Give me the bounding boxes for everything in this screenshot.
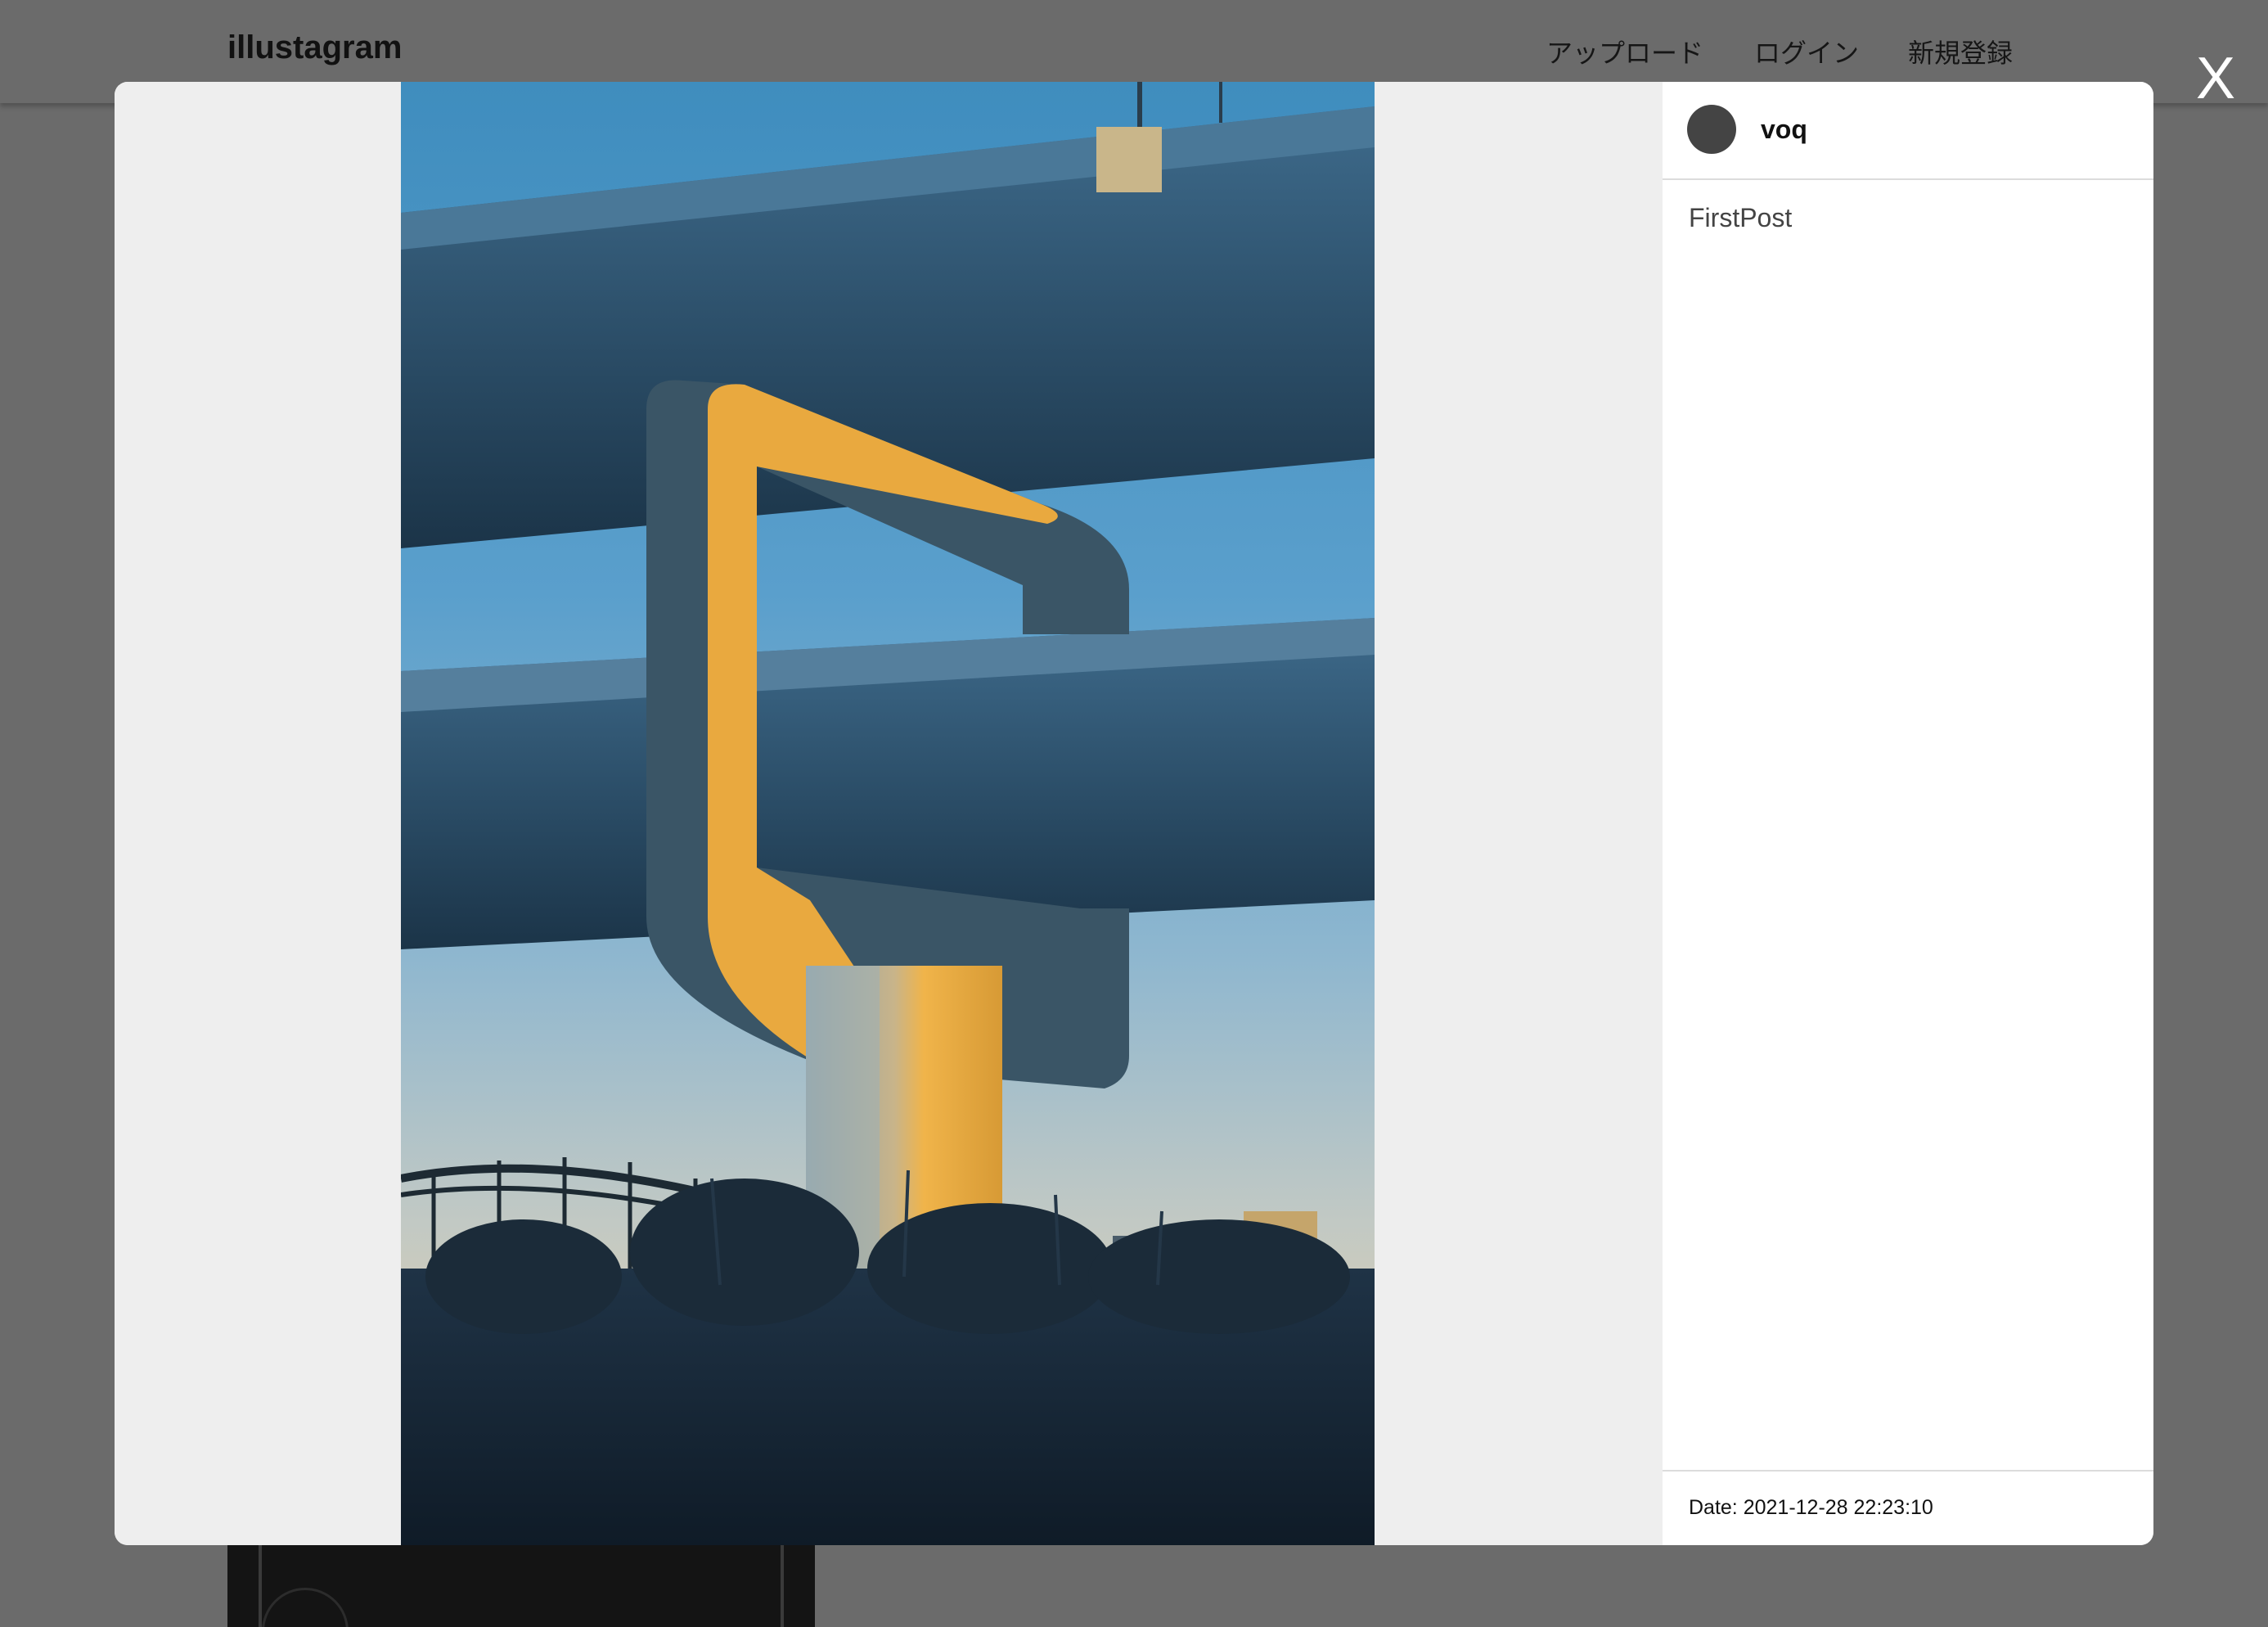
nav-signup-link[interactable]: 新規登録	[1908, 33, 2013, 70]
post-author-header: voq	[1663, 82, 2153, 180]
post-date: Date: 2021-12-28 22:23:10	[1689, 1496, 1933, 1519]
nav-login-link[interactable]: ログイン	[1754, 33, 1859, 70]
brand-logo[interactable]: illustagram	[227, 29, 402, 66]
post-caption: FirstPost	[1689, 203, 1793, 232]
close-modal-button[interactable]: X	[2196, 49, 2235, 108]
post-image-pane	[115, 82, 1663, 1545]
post-info-pane: voq FirstPost Date: 2021-12-28 22:23:10	[1663, 82, 2153, 1545]
author-username[interactable]: voq	[1761, 115, 1807, 145]
post-photo	[401, 82, 1375, 1545]
post-detail-modal: voq FirstPost Date: 2021-12-28 22:23:10	[115, 82, 2153, 1545]
nav-upload-link[interactable]: アップロード	[1546, 33, 1703, 70]
post-footer: Date: 2021-12-28 22:23:10	[1663, 1470, 2153, 1545]
thumbnail-circle-shape	[262, 1588, 349, 1627]
avatar[interactable]	[1687, 105, 1736, 154]
